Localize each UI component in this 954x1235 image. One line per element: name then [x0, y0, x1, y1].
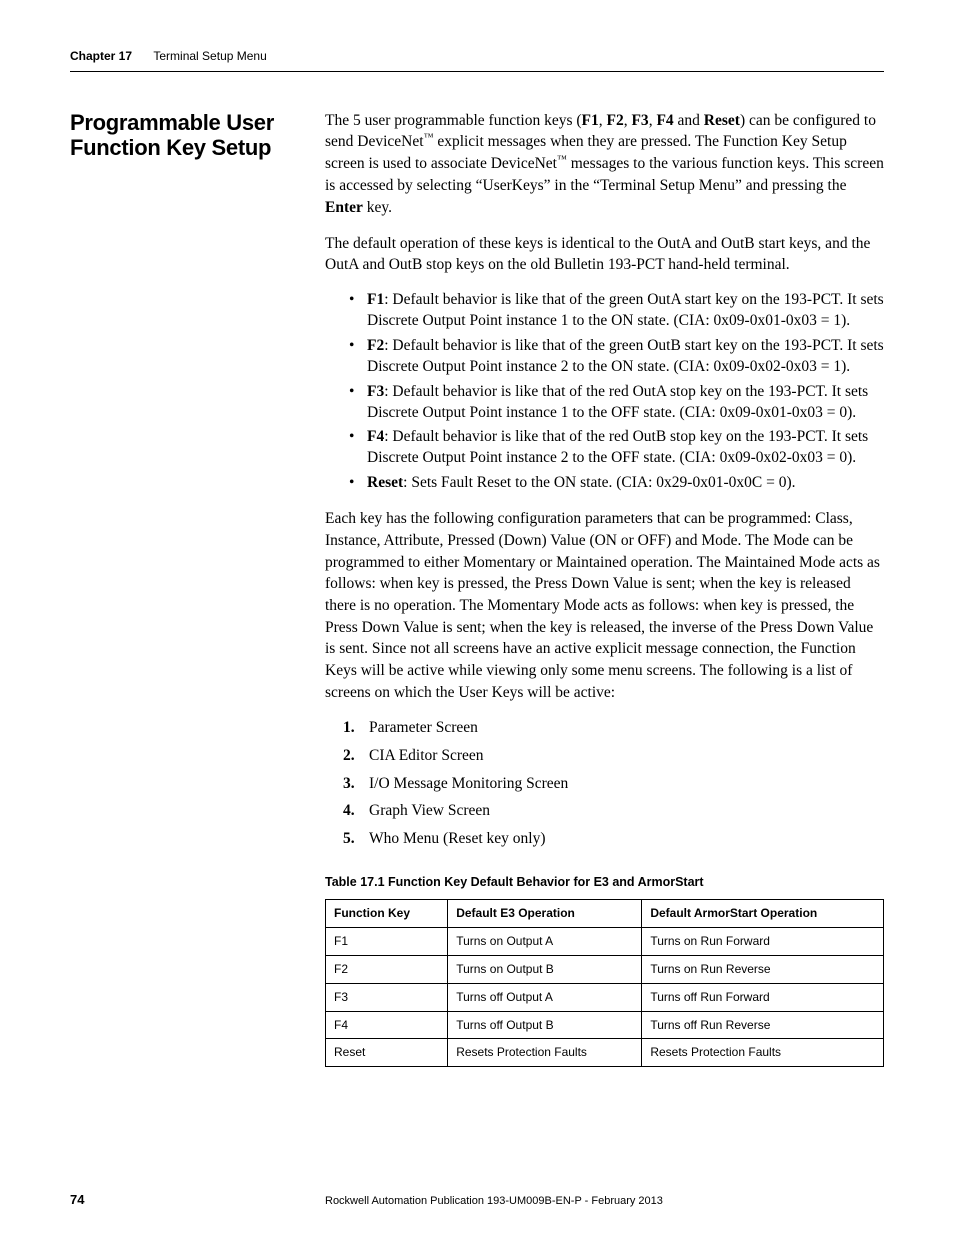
list-item: Who Menu (Reset key only) — [353, 828, 884, 850]
list-item: Graph View Screen — [353, 800, 884, 822]
bullet-text: : Default behavior is like that of the r… — [367, 383, 868, 421]
table-cell: F1 — [326, 928, 448, 956]
table-cell: Resets Protection Faults — [642, 1039, 884, 1067]
table-row: Reset Resets Protection Faults Resets Pr… — [326, 1039, 884, 1067]
bullet-item: F2: Default behavior is like that of the… — [353, 336, 884, 378]
p1-and: and — [674, 112, 704, 129]
table-cell: Turns off Output A — [448, 983, 642, 1011]
publication-info: Rockwell Automation Publication 193-UM00… — [325, 1194, 884, 1209]
list-item: I/O Message Monitoring Screen — [353, 773, 884, 795]
table-header: Function Key — [326, 900, 448, 928]
key-f4: F4 — [656, 112, 673, 129]
bullet-item: F1: Default behavior is like that of the… — [353, 290, 884, 332]
table-cell: Turns on Output A — [448, 928, 642, 956]
table-header: Default ArmorStart Operation — [642, 900, 884, 928]
table-header: Default E3 Operation — [448, 900, 642, 928]
key-reset: Reset — [704, 112, 740, 129]
p1-text-e: key. — [363, 199, 392, 216]
table-row: F1 Turns on Output A Turns on Run Forwar… — [326, 928, 884, 956]
key-f1: F1 — [582, 112, 599, 129]
numbered-list: Parameter Screen CIA Editor Screen I/O M… — [325, 717, 884, 849]
table-row: F2 Turns on Output B Turns on Run Revers… — [326, 955, 884, 983]
trademark-symbol: ™ — [424, 132, 434, 143]
bullet-text: : Default behavior is like that of the g… — [367, 337, 884, 375]
table-cell: Turns off Output B — [448, 1011, 642, 1039]
paragraph-3: Each key has the following configuration… — [325, 508, 884, 703]
key-enter: Enter — [325, 199, 363, 216]
table-cell: Turns off Run Forward — [642, 983, 884, 1011]
paragraph-2: The default operation of these keys is i… — [325, 233, 884, 276]
key-f2: F2 — [607, 112, 624, 129]
table-cell: Turns on Run Reverse — [642, 955, 884, 983]
table-cell: Resets Protection Faults — [448, 1039, 642, 1067]
header-chapter: Chapter 17 — [70, 49, 132, 63]
table-cell: F4 — [326, 1011, 448, 1039]
p1-text-a: The 5 user programmable function keys ( — [325, 112, 582, 129]
bullet-key: F2 — [367, 337, 384, 354]
bullet-key: F4 — [367, 428, 384, 445]
table-cell: Turns off Run Reverse — [642, 1011, 884, 1039]
table-cell: Turns on Output B — [448, 955, 642, 983]
bullet-text: : Default behavior is like that of the r… — [367, 428, 868, 466]
table-cell: F3 — [326, 983, 448, 1011]
table-cell: Turns on Run Forward — [642, 928, 884, 956]
key-f3: F3 — [631, 112, 648, 129]
bullet-key: Reset — [367, 474, 403, 491]
bullet-item: F4: Default behavior is like that of the… — [353, 427, 884, 469]
trademark-symbol: ™ — [557, 154, 567, 165]
bullet-item: Reset: Sets Fault Reset to the ON state.… — [353, 473, 884, 494]
page-footer: 74 Rockwell Automation Publication 193-U… — [70, 1191, 884, 1209]
table-cell: Reset — [326, 1039, 448, 1067]
table-row: F3 Turns off Output A Turns off Run Forw… — [326, 983, 884, 1011]
table-cell: F2 — [326, 955, 448, 983]
list-item: CIA Editor Screen — [353, 745, 884, 767]
paragraph-1: The 5 user programmable function keys (F… — [325, 110, 884, 219]
table-row: F4 Turns off Output B Turns off Run Reve… — [326, 1011, 884, 1039]
page-header: Chapter 17 Terminal Setup Menu — [70, 48, 884, 72]
header-title: Terminal Setup Menu — [153, 49, 266, 63]
function-key-table: Function Key Default E3 Operation Defaul… — [325, 899, 884, 1067]
section-heading: Programmable User Function Key Setup — [70, 110, 325, 161]
bullet-key: F1 — [367, 291, 384, 308]
page-number: 74 — [70, 1191, 325, 1209]
bullet-text: : Sets Fault Reset to the ON state. (CIA… — [403, 474, 795, 491]
table-header-row: Function Key Default E3 Operation Defaul… — [326, 900, 884, 928]
table-caption: Table 17.1 Function Key Default Behavior… — [325, 874, 884, 892]
bullet-item: F3: Default behavior is like that of the… — [353, 382, 884, 424]
bullet-text: : Default behavior is like that of the g… — [367, 291, 884, 329]
bullet-key: F3 — [367, 383, 384, 400]
list-item: Parameter Screen — [353, 717, 884, 739]
bullet-list: F1: Default behavior is like that of the… — [325, 290, 884, 494]
body-column: The 5 user programmable function keys (F… — [325, 110, 884, 1067]
